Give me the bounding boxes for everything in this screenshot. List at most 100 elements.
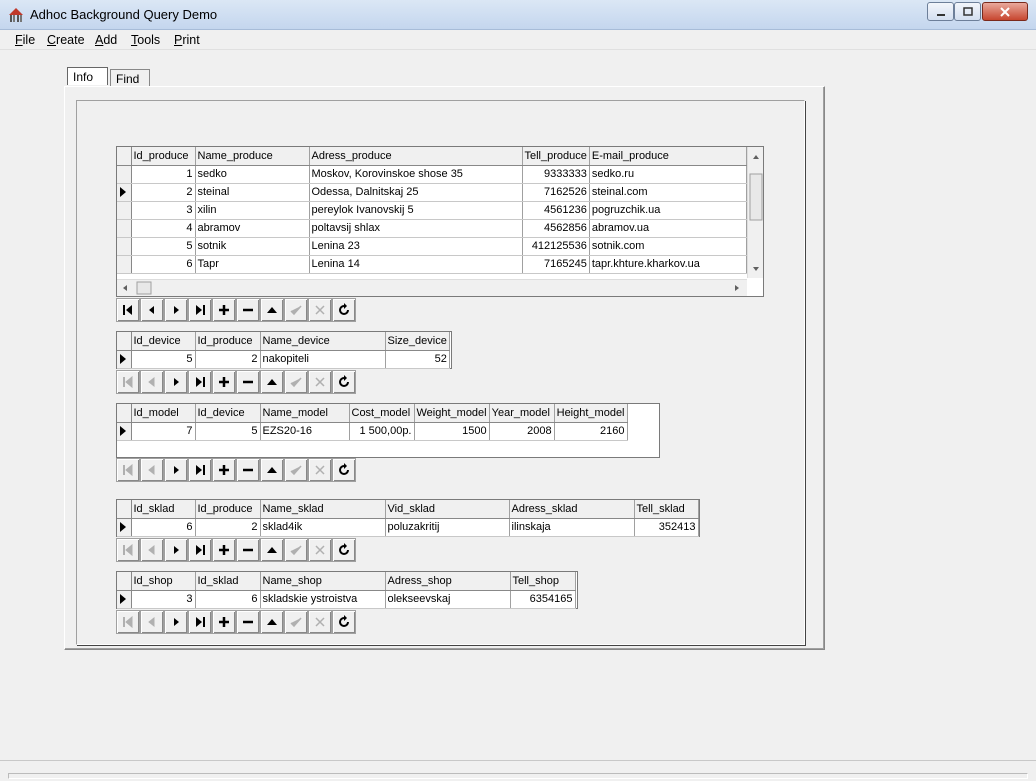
- column-header[interactable]: Id_device: [195, 404, 261, 423]
- table-cell[interactable]: sedko.ru: [589, 165, 747, 184]
- table-cell[interactable]: skladskie ystroistva: [260, 590, 386, 609]
- sklad-grid[interactable]: Id_sklad Id_produce Name_sklad Vid_sklad…: [116, 499, 700, 537]
- refresh-button[interactable]: [332, 298, 356, 322]
- table-cell[interactable]: 1 500,00р.: [349, 422, 415, 441]
- delete-button[interactable]: [236, 538, 260, 562]
- table-cell[interactable]: 412125536: [522, 237, 590, 256]
- last-button[interactable]: [188, 458, 212, 482]
- tab-find[interactable]: Find: [110, 69, 150, 86]
- column-header[interactable]: Tell_shop: [510, 572, 576, 591]
- table-cell[interactable]: tapr.khture.kharkov.ua: [589, 255, 747, 274]
- table-cell[interactable]: 4: [131, 219, 196, 238]
- table-cell[interactable]: Lenina 23: [309, 237, 523, 256]
- insert-button[interactable]: [212, 298, 236, 322]
- column-header[interactable]: Name_device: [260, 332, 386, 351]
- column-header[interactable]: Adress_shop: [385, 572, 511, 591]
- table-cell[interactable]: 9333333: [522, 165, 590, 184]
- next-button[interactable]: [164, 298, 188, 322]
- column-header[interactable]: Id_produce: [131, 147, 196, 166]
- insert-button[interactable]: [212, 538, 236, 562]
- vertical-scrollbar[interactable]: [747, 147, 763, 278]
- menu-file[interactable]: File: [15, 33, 35, 47]
- table-row[interactable]: 6 Tapr Lenina 14 7165245 tapr.khture.kharkov…: [117, 255, 747, 274]
- table-row[interactable]: 3 6 skladskie ystroistva olekseevskaj 635416…: [117, 590, 576, 609]
- delete-button[interactable]: [236, 298, 260, 322]
- maximize-button[interactable]: [954, 2, 981, 21]
- edit-button[interactable]: [260, 370, 284, 394]
- shop-grid[interactable]: Id_shop Id_sklad Name_shop Adress_shop T…: [116, 571, 578, 609]
- column-header[interactable]: Id_model: [131, 404, 196, 423]
- delete-button[interactable]: [236, 370, 260, 394]
- table-cell[interactable]: 6: [195, 590, 261, 609]
- table-row[interactable]: 4 abramov poltavsij shlax 4562856 abramov.ua: [117, 219, 747, 238]
- refresh-button[interactable]: [332, 610, 356, 634]
- table-cell[interactable]: sedko: [195, 165, 310, 184]
- column-header[interactable]: Name_produce: [195, 147, 310, 166]
- first-button[interactable]: [116, 298, 140, 322]
- table-cell[interactable]: nakopiteli: [260, 350, 386, 369]
- edit-button[interactable]: [260, 538, 284, 562]
- minimize-button[interactable]: [927, 2, 954, 21]
- table-cell[interactable]: ilinskaja: [509, 518, 635, 537]
- column-header[interactable]: Cost_model: [349, 404, 415, 423]
- column-header[interactable]: Adress_produce: [309, 147, 523, 166]
- table-cell[interactable]: 6: [131, 518, 196, 537]
- column-header[interactable]: Height_model: [554, 404, 628, 423]
- table-cell[interactable]: steinal: [195, 183, 310, 202]
- next-button[interactable]: [164, 610, 188, 634]
- column-header[interactable]: Vid_sklad: [385, 500, 510, 519]
- table-cell[interactable]: 4562856: [522, 219, 590, 238]
- table-cell[interactable]: 5: [195, 422, 261, 441]
- table-cell[interactable]: 2: [131, 183, 196, 202]
- column-header[interactable]: Tell_sklad: [634, 500, 699, 519]
- table-cell[interactable]: pereylok Ivanovskij 5: [309, 201, 523, 220]
- column-header[interactable]: Year_model: [489, 404, 555, 423]
- column-header[interactable]: Name_model: [260, 404, 350, 423]
- table-cell[interactable]: 52: [385, 350, 450, 369]
- model-grid[interactable]: Id_model Id_device Name_model Cost_model…: [116, 403, 660, 458]
- table-cell[interactable]: 5: [131, 237, 196, 256]
- insert-button[interactable]: [212, 458, 236, 482]
- table-row[interactable]: 7 5 EZS20-16 1 500,00р. 1500 2008 2160: [117, 422, 628, 441]
- table-cell[interactable]: 2160: [554, 422, 628, 441]
- prior-button[interactable]: [140, 298, 164, 322]
- table-cell[interactable]: 4561236: [522, 201, 590, 220]
- table-cell[interactable]: 2: [195, 518, 261, 537]
- table-cell[interactable]: EZS20-16: [260, 422, 350, 441]
- last-button[interactable]: [188, 298, 212, 322]
- table-cell[interactable]: pogruzchik.ua: [589, 201, 747, 220]
- edit-button[interactable]: [260, 458, 284, 482]
- delete-button[interactable]: [236, 458, 260, 482]
- column-header[interactable]: Id_produce: [195, 500, 261, 519]
- refresh-button[interactable]: [332, 538, 356, 562]
- table-cell[interactable]: abramov: [195, 219, 310, 238]
- table-cell[interactable]: xilin: [195, 201, 310, 220]
- table-cell[interactable]: 1: [131, 165, 196, 184]
- table-row[interactable]: 6 2 sklad4ik poluzakritij ilinskaja 352413: [117, 518, 699, 537]
- column-header[interactable]: E-mail_produce: [589, 147, 747, 166]
- table-cell[interactable]: 1500: [414, 422, 490, 441]
- table-cell[interactable]: 6354165: [510, 590, 576, 609]
- next-button[interactable]: [164, 458, 188, 482]
- column-header[interactable]: Size_device: [385, 332, 450, 351]
- table-row[interactable]: 1 sedko Moskov, Korovinskoe shose 35 933333…: [117, 165, 747, 184]
- column-header[interactable]: Id_sklad: [195, 572, 261, 591]
- table-cell[interactable]: sotnik: [195, 237, 310, 256]
- menu-add[interactable]: Add: [95, 33, 117, 47]
- produce-grid[interactable]: Id_produce Name_produce Adress_produce T…: [116, 146, 764, 297]
- insert-button[interactable]: [212, 370, 236, 394]
- next-button[interactable]: [164, 538, 188, 562]
- table-cell[interactable]: 5: [131, 350, 196, 369]
- edit-button[interactable]: [260, 298, 284, 322]
- table-cell[interactable]: 7: [131, 422, 196, 441]
- table-cell[interactable]: steinal.com: [589, 183, 747, 202]
- column-header[interactable]: Id_shop: [131, 572, 196, 591]
- table-row[interactable]: 5 2 nakopiteli 52: [117, 350, 450, 369]
- refresh-button[interactable]: [332, 458, 356, 482]
- next-button[interactable]: [164, 370, 188, 394]
- table-cell[interactable]: 7165245: [522, 255, 590, 274]
- table-cell[interactable]: 7162526: [522, 183, 590, 202]
- edit-button[interactable]: [260, 610, 284, 634]
- refresh-button[interactable]: [332, 370, 356, 394]
- table-cell[interactable]: olekseevskaj: [385, 590, 511, 609]
